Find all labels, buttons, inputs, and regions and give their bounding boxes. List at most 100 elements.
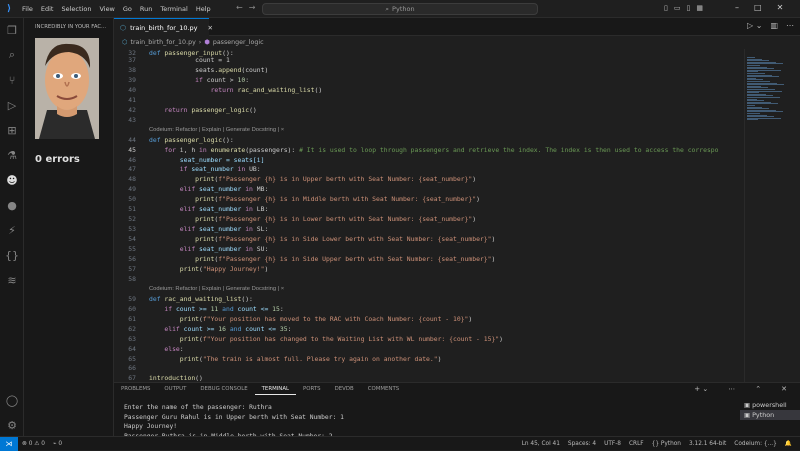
code-line[interactable]: 61 print(f"Your position has moved to th… xyxy=(114,315,744,325)
close-panel-icon[interactable]: ✕ xyxy=(774,383,794,395)
search-icon[interactable]: ⌕ xyxy=(3,46,21,64)
code-editor[interactable]: 32 def passenger_input(): 37 count = 1 38 s… xyxy=(114,49,744,382)
account-icon[interactable]: ◯ xyxy=(3,391,21,409)
codeium-codelens[interactable]: Codeium: Refactor | Explain | Generate D… xyxy=(149,286,284,295)
run-debug-icon[interactable]: ▷ xyxy=(3,96,21,114)
json-icon[interactable]: {} xyxy=(3,246,21,264)
extensions-icon[interactable]: ⊞ xyxy=(3,121,21,139)
code-line[interactable]: 40 return rac_and_waiting_list() xyxy=(114,86,744,96)
menu-item-edit[interactable]: Edit xyxy=(37,5,58,13)
panel-tab-terminal[interactable]: TERMINAL xyxy=(254,383,297,395)
code-line[interactable]: 42 return passenger_logic() xyxy=(114,106,744,116)
code-line[interactable]: 59 def rac_and_waiting_list(): xyxy=(114,295,744,305)
toggle-panel-icon[interactable]: ▭ xyxy=(674,4,681,12)
menu-item-terminal[interactable]: Terminal xyxy=(156,5,191,13)
settings-gear-icon[interactable]: ⚙ xyxy=(3,416,21,434)
minimize-icon[interactable]: – xyxy=(735,3,739,12)
command-center-search[interactable]: ⌕ Python xyxy=(262,3,538,15)
menu-item-file[interactable]: File xyxy=(18,5,37,13)
minimap[interactable] xyxy=(744,49,800,382)
code-line[interactable]: 64 else: xyxy=(114,345,744,355)
code-line[interactable]: 38 seats.append(count) xyxy=(114,66,744,76)
panel-tab-output[interactable]: OUTPUT xyxy=(157,383,193,395)
line-number: 40 xyxy=(128,85,136,94)
code-line[interactable]: 56 print(f"Passenger {h} is in Side Uppe… xyxy=(114,255,744,265)
back-icon[interactable]: ← xyxy=(236,3,249,12)
code-token: f"Passenger {h} is in Upper berth with S… xyxy=(218,175,473,184)
ports-status[interactable]: ⌁ 0 xyxy=(49,441,66,447)
code-line[interactable]: 57 print("Happy Journey!") xyxy=(114,265,744,275)
code-line[interactable]: 63 print(f"Your position has changed to … xyxy=(114,335,744,345)
remote-icon[interactable]: ⋊ xyxy=(0,436,18,451)
nav-arrows[interactable]: ←→ xyxy=(236,3,261,12)
menu-item-run[interactable]: Run xyxy=(136,5,156,13)
end-of-line[interactable]: CRLF xyxy=(625,441,648,447)
encoding[interactable]: UTF-8 xyxy=(600,441,625,447)
code-line[interactable]: 60 if count >= 11 and count <= 15: xyxy=(114,305,744,315)
terminal-instance-python[interactable]: ▣ Python xyxy=(740,410,800,420)
code-line[interactable]: 48 print(f"Passenger {h} is in Upper ber… xyxy=(114,175,744,185)
code-line[interactable]: 37 count = 1 xyxy=(114,56,744,66)
code-line[interactable]: 45 for i, h in enumerate(passengers): # … xyxy=(114,146,744,156)
code-line[interactable]: 54 print(f"Passenger {h} is in Side Lowe… xyxy=(114,235,744,245)
problems-status[interactable]: ⊗ 0 ⚠ 0 xyxy=(18,441,49,447)
code-line[interactable]: 65 print("The train is almost full. Plea… xyxy=(114,355,744,365)
notifications-bell-icon[interactable]: 🔔 xyxy=(781,441,796,447)
split-editor-icon[interactable]: ▥ xyxy=(770,21,778,30)
code-line[interactable]: 66 xyxy=(114,364,744,374)
run-python-file-icon[interactable]: ▷ ⌄ xyxy=(747,21,762,30)
breadcrumb-file[interactable]: train_birth_for_10.py xyxy=(131,39,196,46)
panel-tab-debug-console[interactable]: DEBUG CONSOLE xyxy=(193,383,254,395)
panel-tab-problems[interactable]: PROBLEMS xyxy=(114,383,157,395)
panel-tab-devdb[interactable]: DEVDB xyxy=(328,383,361,395)
language-mode[interactable]: {} Python xyxy=(648,441,685,447)
code-line[interactable]: 53 elif seat_number in SL: xyxy=(114,225,744,235)
code-line[interactable]: 46 seat_number = seats[i] xyxy=(114,156,744,166)
forward-icon[interactable]: → xyxy=(249,3,262,12)
code-line[interactable]: 44 def passenger_logic(): xyxy=(114,136,744,146)
terminal-instance-powershell[interactable]: ▣ powershell xyxy=(740,400,800,410)
close-tab-icon[interactable]: ✕ xyxy=(208,24,213,32)
codeium-icon[interactable]: ⚡ xyxy=(3,221,21,239)
panel-tab-comments[interactable]: COMMENTS xyxy=(361,383,406,395)
menu-item-view[interactable]: View xyxy=(95,5,118,13)
code-line[interactable]: 47 if seat_number in UB: xyxy=(114,165,744,175)
indentation[interactable]: Spaces: 4 xyxy=(564,441,600,447)
docker-icon[interactable]: ≋ xyxy=(3,271,21,289)
close-window-icon[interactable]: ✕ xyxy=(777,3,784,12)
breadcrumb-symbol[interactable]: passenger_logic xyxy=(213,39,264,46)
maximize-panel-icon[interactable]: ⌃ xyxy=(748,383,768,395)
more-actions-icon[interactable]: ⋯ xyxy=(721,383,742,395)
explorer-icon[interactable]: ❐ xyxy=(3,21,21,39)
menu-item-selection[interactable]: Selection xyxy=(57,5,95,13)
menu-item-go[interactable]: Go xyxy=(119,5,136,13)
database-icon[interactable]: ● xyxy=(3,196,21,214)
menu-item-help[interactable]: Help xyxy=(192,5,215,13)
code-line[interactable]: 41 xyxy=(114,96,744,106)
toggle-primary-sidebar-icon[interactable]: ▯ xyxy=(664,4,668,12)
customize-layout-icon[interactable]: ▦ xyxy=(696,4,703,12)
code-line[interactable]: 62 elif count >= 16 and count <= 35: xyxy=(114,325,744,335)
code-line[interactable]: 52 print(f"Passenger {h} is in Lower ber… xyxy=(114,215,744,225)
more-actions-icon[interactable]: ⋯ xyxy=(786,21,794,30)
python-interpreter[interactable]: 3.12.1 64-bit xyxy=(685,441,730,447)
incredible-extension-icon[interactable]: ☻ xyxy=(3,171,21,189)
testing-icon[interactable]: ⚗ xyxy=(3,146,21,164)
codeium-codelens[interactable]: Codeium: Refactor | Explain | Generate D… xyxy=(149,127,284,136)
maximize-icon[interactable]: □ xyxy=(754,3,762,12)
source-control-icon[interactable]: ⑂ xyxy=(3,71,21,89)
panel-tab-ports[interactable]: PORTS xyxy=(296,383,328,395)
code-line[interactable]: 55 elif seat_number in SU: xyxy=(114,245,744,255)
code-line[interactable]: 58 xyxy=(114,275,744,285)
new-terminal-icon[interactable]: + ⌄ xyxy=(687,383,715,395)
cursor-position[interactable]: Ln 45, Col 41 xyxy=(518,441,564,447)
code-line[interactable]: 43 xyxy=(114,116,744,126)
code-line[interactable]: 49 elif seat_number in MB: xyxy=(114,185,744,195)
toggle-secondary-sidebar-icon[interactable]: ▯ xyxy=(686,4,690,12)
code-line[interactable]: 67 introduction() xyxy=(114,374,744,382)
code-line[interactable]: 50 print(f"Passenger {h} is in Middle be… xyxy=(114,195,744,205)
codeium-status[interactable]: Codeium: {...} xyxy=(730,441,780,447)
tab-train-birth[interactable]: ⬡ train_birth_for_10.py ✕ xyxy=(114,18,213,36)
code-line[interactable]: 51 elif seat_number in LB: xyxy=(114,205,744,215)
code-line[interactable]: 39 if count > 10: xyxy=(114,76,744,86)
